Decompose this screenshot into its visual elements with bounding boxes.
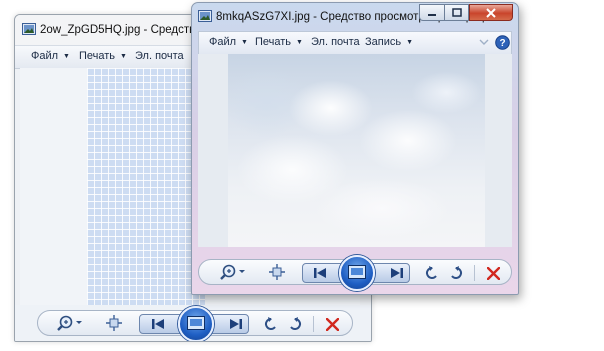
menu-print-label: Печать: [255, 36, 292, 48]
menu-email[interactable]: Эл. почта: [311, 36, 360, 48]
svg-text:?: ?: [499, 38, 505, 49]
slideshow-icon: [348, 264, 366, 282]
rotate-counterclockwise-icon[interactable]: [263, 315, 279, 333]
previous-icon[interactable]: [149, 316, 167, 332]
photo-viewer-icon: [198, 10, 212, 25]
minimize-button[interactable]: [419, 4, 444, 21]
menu-print-label: Печать: [79, 50, 116, 62]
collapse-icon[interactable]: [477, 35, 491, 49]
magnifier-icon[interactable]: [220, 263, 246, 281]
menu-file-label: Файл: [209, 36, 237, 48]
rotate-clockwise-icon[interactable]: [448, 264, 464, 282]
photo-grid-image: [87, 68, 205, 305]
chevron-down-icon: ▼: [63, 53, 70, 60]
control-bar: [198, 255, 514, 291]
chevron-down-icon: ▼: [241, 39, 248, 46]
slideshow-button[interactable]: [178, 306, 214, 341]
slideshow-icon: [187, 315, 205, 333]
chevron-down-icon: ▼: [296, 39, 303, 46]
chevron-down-icon: ▼: [120, 53, 127, 60]
rotate-counterclockwise-icon[interactable]: [424, 264, 440, 282]
separator: [474, 265, 475, 281]
maximize-button[interactable]: [444, 4, 469, 21]
help-icon[interactable]: ?: [494, 34, 510, 50]
front-photo-viewer-window[interactable]: 8mkqASzG7XI.jpg - Средство просмотра фот…: [191, 2, 519, 295]
close-icon: [486, 7, 496, 18]
menu-file-label: Файл: [31, 50, 59, 62]
chevron-down-icon: ▼: [406, 39, 414, 46]
next-icon[interactable]: [227, 316, 245, 332]
slideshow-button[interactable]: [339, 255, 375, 291]
next-icon[interactable]: [388, 265, 406, 281]
actual-size-icon[interactable]: [268, 263, 286, 281]
cloud-photo: [228, 54, 485, 247]
menu-file[interactable]: Файл ▼: [209, 36, 248, 48]
menu-file[interactable]: Файл ▼: [31, 50, 70, 62]
rotate-clockwise-icon[interactable]: [287, 315, 303, 333]
minimize-icon: [428, 13, 436, 16]
menu-print[interactable]: Печать ▼: [79, 50, 127, 62]
delete-icon[interactable]: [323, 315, 341, 333]
caption-buttons: [419, 4, 513, 21]
menu-bar: Файл ▼ Печать ▼ Эл. почта Запись ▼ ?: [198, 31, 512, 55]
actual-size-icon[interactable]: [105, 314, 123, 332]
separator: [313, 316, 314, 332]
menu-burn-label: Запись: [365, 36, 402, 48]
maximize-icon: [451, 7, 462, 17]
previous-icon[interactable]: [311, 265, 329, 281]
control-bar: [15, 305, 371, 341]
menu-email[interactable]: Эл. почта: [135, 50, 184, 62]
delete-icon[interactable]: [484, 264, 502, 282]
close-window-button[interactable]: [469, 4, 513, 21]
magnifier-icon[interactable]: [57, 314, 83, 332]
menu-burn[interactable]: Запись ▼: [365, 36, 413, 48]
photo-viewer-icon: [22, 23, 36, 38]
image-viewport: [198, 54, 512, 247]
menu-print[interactable]: Печать ▼: [255, 36, 303, 48]
